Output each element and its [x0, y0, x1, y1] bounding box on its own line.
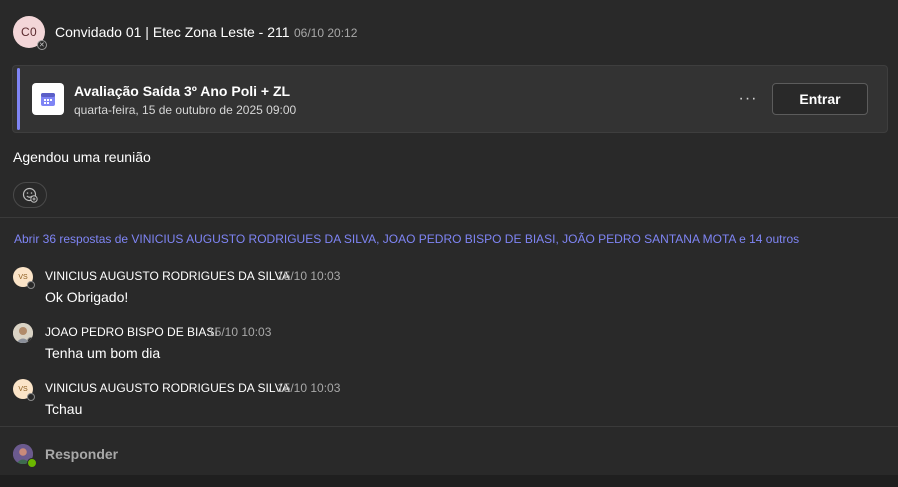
reply-button[interactable]: Responder	[45, 446, 118, 462]
presence-offline-icon	[27, 337, 33, 343]
reply-text: Tenha um bom dia	[45, 345, 161, 361]
meeting-card-accent	[17, 68, 20, 130]
reply-text: Tchau	[45, 401, 83, 417]
reply-author[interactable]: VINICIUS AUGUSTO RODRIGUES DA SILVA	[45, 381, 290, 395]
reply-avatar[interactable]: VS	[13, 267, 35, 289]
reply-item: JOAO PEDRO BISPO DE BIASI 15/10 10:03 Te…	[0, 323, 898, 373]
calendar-icon	[32, 83, 64, 115]
post-timestamp: 06/10 20:12	[294, 26, 358, 40]
avatar-initials: C0	[21, 25, 37, 39]
bottom-strip	[0, 475, 898, 487]
meeting-title[interactable]: Avaliação Saída 3º Ano Poli + ZL	[74, 83, 290, 99]
reply-text: Ok Obrigado!	[45, 289, 129, 305]
presence-available-icon	[27, 458, 37, 468]
reply-timestamp: 15/10 10:03	[277, 269, 341, 283]
author-avatar[interactable]: C0 ✕	[13, 16, 47, 50]
presence-offline-icon	[27, 393, 35, 401]
reply-avatar-photo[interactable]	[13, 323, 33, 343]
post-body: Agendou uma reunião	[13, 149, 151, 165]
presence-offline-icon: ✕	[37, 40, 47, 50]
add-reaction-button[interactable]	[13, 182, 47, 208]
reply-item: VS VINICIUS AUGUSTO RODRIGUES DA SILVA 1…	[0, 267, 898, 317]
meeting-datetime: quarta-feira, 15 de outubro de 2025 09:0…	[74, 103, 297, 117]
reply-timestamp: 15/10 10:03	[208, 325, 272, 339]
emoji-add-icon	[22, 187, 38, 203]
reply-item: VS VINICIUS AUGUSTO RODRIGUES DA SILVA 1…	[0, 379, 898, 429]
reply-author[interactable]: VINICIUS AUGUSTO RODRIGUES DA SILVA	[45, 269, 290, 283]
reply-box[interactable]	[0, 427, 898, 475]
reply-author[interactable]: JOAO PEDRO BISPO DE BIASI	[45, 325, 218, 339]
post-author[interactable]: Convidado 01 | Etec Zona Leste - 211	[55, 24, 290, 40]
join-meeting-button[interactable]: Entrar	[772, 83, 868, 115]
thread-divider	[0, 217, 898, 218]
reply-timestamp: 15/10 10:03	[277, 381, 341, 395]
reply-avatar[interactable]: VS	[13, 379, 35, 401]
open-replies-link[interactable]: Abrir 36 respostas de VINICIUS AUGUSTO R…	[14, 232, 799, 246]
presence-offline-icon	[27, 281, 35, 289]
more-options-button[interactable]: ···	[736, 88, 760, 110]
